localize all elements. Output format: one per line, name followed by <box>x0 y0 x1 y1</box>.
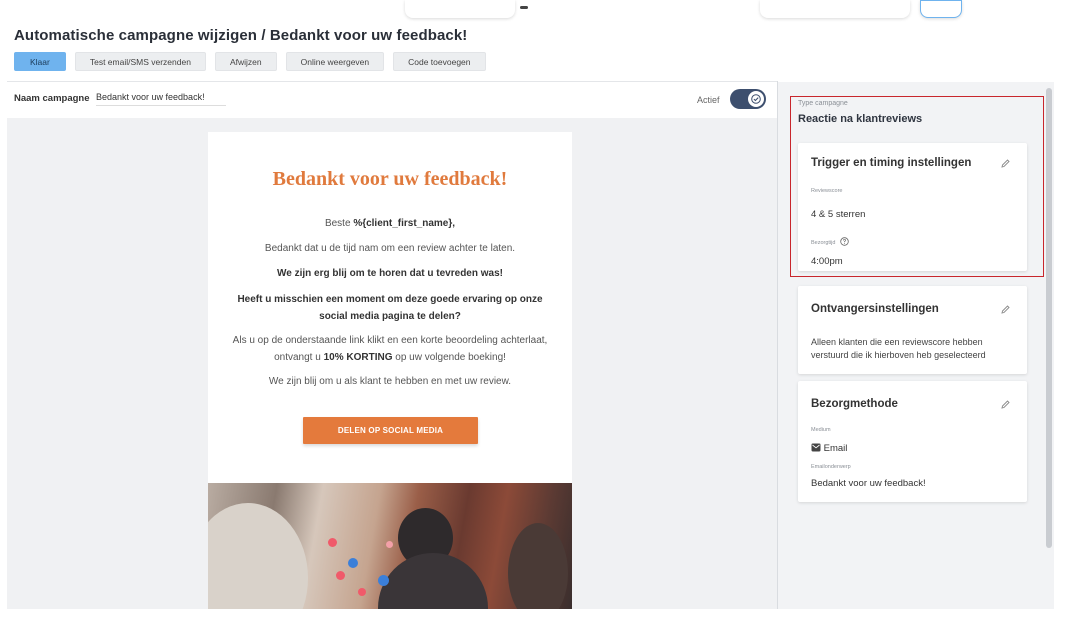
delivery-card-title: Bezorgmethode <box>811 398 898 410</box>
help-icon[interactable] <box>840 237 849 246</box>
active-label: Actief <box>697 95 720 105</box>
medium-value-text: Email <box>823 443 848 454</box>
email-line-2: We zijn erg blij om te horen dat u tevre… <box>277 268 503 279</box>
subject-label: Emailonderwerp <box>811 464 851 470</box>
reject-button[interactable]: Afwijzen <box>214 52 277 71</box>
heart-icon <box>386 541 393 548</box>
toolbar: Klaar Test email/SMS verzenden Afwijzen … <box>14 52 486 71</box>
email-line-5: We zijn blij om u als klant te hebben en… <box>268 376 512 387</box>
email-photo <box>208 483 572 609</box>
email-line-1: Bedankt dat u de tijd nam om een review … <box>264 243 516 254</box>
heart-icon <box>336 571 345 580</box>
email-line-4: Als u op de onderstaande link klikt en e… <box>228 332 552 366</box>
header-divider <box>7 81 777 82</box>
recipients-description: Alleen klanten die een reviewscore hebbe… <box>811 337 986 360</box>
done-button[interactable]: Klaar <box>14 52 66 71</box>
panel-scrollbar[interactable] <box>1046 88 1052 548</box>
email-preview: Bedankt voor uw feedback! Beste %{client… <box>208 132 572 609</box>
campaign-type-value: Reactie na klantreviews <box>798 113 923 125</box>
toggle-knob <box>748 91 764 107</box>
top-icon-fragment <box>520 6 528 9</box>
edit-pencil-icon[interactable] <box>1000 158 1011 169</box>
medium-label: Medium <box>811 427 831 433</box>
email-discount: 10% KORTING <box>323 352 393 363</box>
review-score-label: Reviewscore <box>811 188 843 194</box>
email-line-3: Heeft u misschien een moment om deze goe… <box>237 294 543 322</box>
edit-pencil-icon[interactable] <box>1000 399 1011 410</box>
campaign-type-label: Type campagne <box>798 100 848 107</box>
view-online-button[interactable]: Online weergeven <box>285 52 385 71</box>
heart-icon <box>328 538 337 547</box>
delivery-time-label: Bezorgtijd <box>811 235 849 246</box>
delivery-method-card: Bezorgmethode Medium Email Emailonderwer… <box>798 381 1027 502</box>
recipients-card-title: Ontvangersinstellingen <box>811 303 939 315</box>
email-preview-canvas: Bedankt voor uw feedback! Beste %{client… <box>7 118 777 609</box>
recipients-card: Ontvangersinstellingen Alleen klanten di… <box>798 286 1027 374</box>
edit-pencil-icon[interactable] <box>1000 304 1011 315</box>
share-social-button[interactable]: DELEN OP SOCIAL MEDIA <box>303 417 478 444</box>
like-icon <box>378 575 389 586</box>
like-icon <box>348 558 358 568</box>
photo-shape <box>378 553 488 609</box>
campaign-name-input[interactable]: Bedankt voor uw feedback! <box>96 92 226 106</box>
medium-value: Email <box>811 442 847 454</box>
email-greeting-variable: %{client_first_name}, <box>353 218 456 229</box>
subject-value: Bedankt voor uw feedback! <box>811 478 926 489</box>
email-line-4-part2: op uw volgende boeking! <box>392 352 506 363</box>
trigger-timing-card: Trigger en timing instellingen Reviewsco… <box>798 143 1027 271</box>
top-button-fragment[interactable] <box>920 0 962 18</box>
photo-shape <box>208 503 308 609</box>
send-test-button[interactable]: Test email/SMS verzenden <box>74 52 206 71</box>
email-greeting: Beste %{client_first_name}, <box>228 215 552 232</box>
add-code-button[interactable]: Code toevoegen <box>393 52 486 71</box>
page-title: Automatische campagne wijzigen / Bedankt… <box>14 27 468 44</box>
campaign-name-label: Naam campagne <box>14 93 90 104</box>
top-bar-fragment <box>0 0 1076 18</box>
photo-shape <box>508 523 568 609</box>
review-score-value: 4 & 5 sterren <box>811 209 866 220</box>
delivery-time-label-text: Bezorgtijd <box>811 240 836 246</box>
top-input-fragment <box>760 0 910 18</box>
email-icon <box>811 443 821 452</box>
email-title: Bedankt voor uw feedback! <box>272 168 508 190</box>
delivery-time-value: 4:00pm <box>811 256 843 267</box>
heart-icon <box>358 588 366 596</box>
top-search-fragment <box>405 0 515 18</box>
trigger-card-title: Trigger en timing instellingen <box>811 157 972 169</box>
active-toggle[interactable] <box>730 89 766 109</box>
email-greeting-prefix: Beste <box>324 218 354 229</box>
check-icon <box>751 94 761 104</box>
